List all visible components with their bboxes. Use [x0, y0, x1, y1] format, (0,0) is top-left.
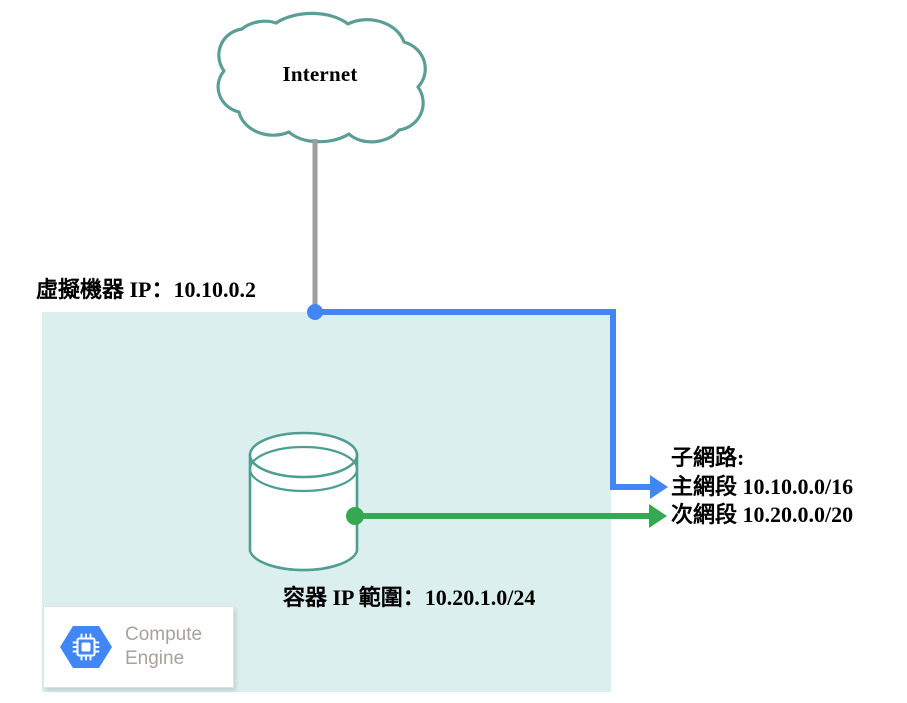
compute-engine-badge[interactable]: Compute Engine	[43, 606, 234, 688]
vm-to-subnet-arrowhead	[650, 475, 668, 499]
subnet-label-block: 子網路: 主網段 10.10.0.0/16 次網段 10.20.0.0/20	[671, 444, 853, 530]
subnet-primary-range: 主網段 10.10.0.0/16	[671, 473, 854, 499]
subnet-secondary-range: 次網段 10.20.0.0/20	[671, 502, 854, 528]
internet-cloud-label: Internet	[282, 62, 358, 86]
container-ip-range-label: 容器 IP 範圍：10.20.1.0/24	[283, 585, 536, 610]
container-connector-dot	[346, 507, 364, 525]
vm-ip-label: 虛擬機器 IP：10.10.0.2	[36, 277, 257, 302]
vm-connector-dot	[307, 304, 323, 320]
database-cylinder-icon	[248, 431, 359, 572]
vm-to-subnet-link	[315, 309, 653, 490]
compute-engine-hexagon-icon	[60, 626, 112, 668]
container-to-subnet-arrowhead	[649, 504, 667, 528]
compute-engine-label: Compute Engine	[125, 623, 203, 669]
subnet-title: 子網路:	[671, 445, 745, 470]
